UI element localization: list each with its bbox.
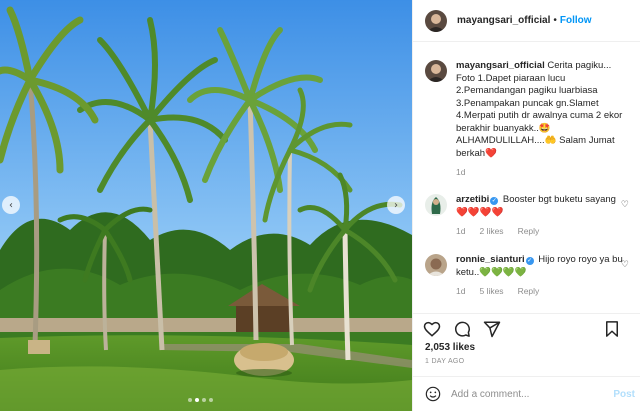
caption-username[interactable]: mayangsari_official [456, 60, 545, 71]
add-comment-bar: Post [413, 376, 640, 411]
caption-meta: 1d [456, 167, 628, 177]
comment-icon[interactable] [453, 320, 471, 338]
follow-button[interactable]: Follow [560, 15, 592, 26]
post-sidebar: mayangsari_official • Follow mayangsari_… [412, 0, 640, 411]
comment-time[interactable]: 1d [456, 286, 465, 296]
caption-text: Cerita pagiku... Foto 1.Dapet piaraan lu… [456, 60, 623, 159]
avatar-image [425, 194, 447, 216]
author-username[interactable]: mayangsari_official [457, 15, 550, 26]
comment-body: ronnie_sianturi ✓ Hijo royo royo ya bu ke… [456, 254, 628, 296]
bookmark-icon[interactable] [603, 320, 621, 338]
likes-count[interactable]: 2,053 likes [425, 342, 475, 353]
garden-photo-illustration [0, 0, 412, 411]
add-comment-input[interactable] [451, 388, 611, 400]
carousel-dot [188, 398, 192, 402]
caption-text-block: mayangsari_official Cerita pagiku... Fot… [456, 60, 628, 160]
comment-meta: 1d 2 likes Reply [456, 226, 628, 236]
comment-like-heart-icon[interactable]: ♡ [621, 200, 629, 210]
header-separator: • [553, 15, 557, 26]
caption-time[interactable]: 1d [456, 167, 465, 177]
post-timestamp[interactable]: 1 DAY AGO [425, 358, 464, 365]
comment-item: ronnie_sianturi ✓ Hijo royo royo ya bu ke… [425, 254, 635, 296]
comment-body: arzetibi ✓ Booster bgt buketu sayang ❤️❤️… [456, 194, 628, 236]
action-bar [413, 313, 640, 339]
caption: mayangsari_official Cerita pagiku... Fot… [425, 60, 635, 177]
heart-icon[interactable] [423, 320, 441, 338]
commenter-avatar[interactable] [425, 254, 447, 276]
carousel-dot [209, 398, 213, 402]
carousel-next-button[interactable]: › [387, 196, 405, 214]
verified-badge-icon: ✓ [525, 257, 534, 265]
comment-likes[interactable]: 2 likes [479, 226, 503, 236]
smiley-icon[interactable] [425, 386, 441, 402]
post-header: mayangsari_official • Follow [413, 0, 640, 42]
verified-badge-icon: ✓ [490, 197, 499, 205]
comment-username[interactable]: arzetibi [456, 194, 489, 205]
comment-username[interactable]: ronnie_sianturi [456, 254, 525, 265]
reply-button[interactable]: Reply [518, 286, 540, 296]
comment-item: arzetibi ✓ Booster bgt buketu sayang ❤️❤️… [425, 194, 635, 236]
author-avatar[interactable] [425, 9, 447, 32]
commenter-avatar[interactable] [425, 194, 447, 216]
post-photo[interactable]: ‹ › [0, 0, 412, 411]
comment-like-heart-icon[interactable]: ♡ [621, 260, 629, 270]
carousel-dot [202, 398, 206, 402]
caption-avatar[interactable] [425, 60, 447, 82]
chevron-left-icon: ‹ [9, 199, 13, 211]
carousel-prev-button[interactable]: ‹ [2, 196, 20, 214]
chevron-right-icon: › [394, 199, 398, 211]
caption-body: mayangsari_official Cerita pagiku... Fot… [456, 60, 628, 177]
carousel-indicator [188, 398, 213, 402]
avatar-image [425, 60, 447, 82]
post-comment-button[interactable]: Post [613, 389, 635, 400]
comment-likes[interactable]: 5 likes [479, 286, 503, 296]
comment-time[interactable]: 1d [456, 226, 465, 236]
comment-text-block: ronnie_sianturi ✓ Hijo royo royo ya bu ke… [456, 254, 628, 279]
avatar-image [425, 9, 447, 32]
paper-plane-icon[interactable] [483, 320, 501, 338]
instagram-post: ‹ › mayangsari_official • Follow mayangs… [0, 0, 640, 411]
comment-meta: 1d 5 likes Reply [456, 286, 628, 296]
comment-text-block: arzetibi ✓ Booster bgt buketu sayang ❤️❤️… [456, 194, 628, 219]
avatar-image [425, 254, 447, 276]
carousel-dot-active [195, 398, 199, 402]
reply-button[interactable]: Reply [518, 226, 540, 236]
